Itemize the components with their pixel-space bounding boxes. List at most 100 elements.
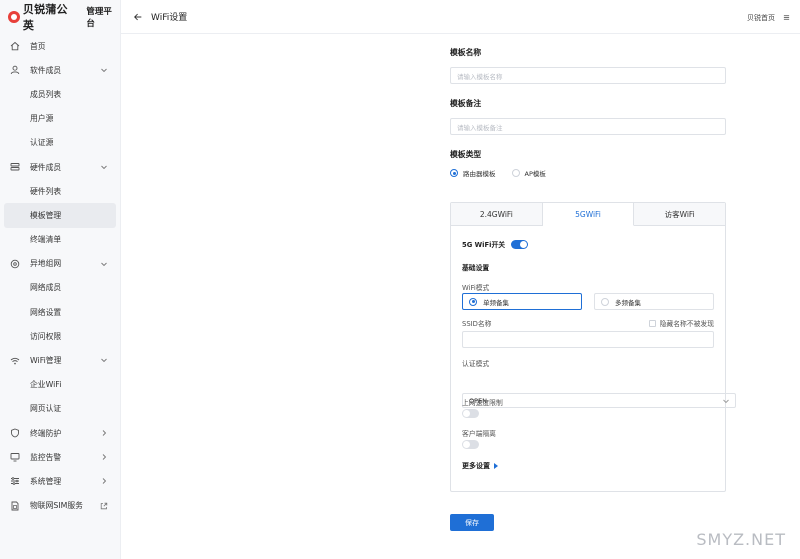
chevron-down-icon <box>101 165 107 170</box>
sidebar-item-label: 硬件成员 <box>30 162 62 172</box>
external-link-icon <box>100 502 108 509</box>
template-type-label: 模板类型 <box>450 150 482 159</box>
radio-ap-template[interactable]: AP模板 <box>511 168 546 178</box>
sidebar-item-monitoring-alerts[interactable]: 监控告警 <box>0 445 120 469</box>
template-name-placeholder: 请输入模板名称 <box>457 72 503 81</box>
sidebar-item-terminal-list[interactable]: 终端清单 <box>0 228 120 252</box>
brand-logo-icon <box>8 11 20 23</box>
uplink-limit-label: 上网速度限制 <box>462 399 503 407</box>
uplink-limit-toggle[interactable] <box>462 409 479 418</box>
caret-right-icon <box>494 463 498 469</box>
radio-checked-icon <box>469 297 477 306</box>
wifi-icon <box>10 356 20 366</box>
top-right-links: 贝锐首页 <box>747 13 790 23</box>
chevron-right-icon <box>102 454 107 461</box>
ssid-row: SSID名称 隐藏名称不被发现 <box>462 318 714 328</box>
tab-24g-wifi[interactable]: 2.4GWiFi <box>451 203 543 225</box>
radio-label: AP模板 <box>524 170 546 178</box>
sidebar-item-label: WiFi管理 <box>30 356 62 366</box>
network-icon <box>10 259 20 269</box>
sidebar-item-software-members[interactable]: 软件成员 <box>0 58 120 82</box>
sliders-icon <box>10 476 20 486</box>
sidebar-item-hardware-list[interactable]: 硬件列表 <box>0 179 120 203</box>
sidebar-item-label: 软件成员 <box>30 65 62 75</box>
sidebar-item-hardware-members[interactable]: 硬件成员 <box>0 155 120 179</box>
checkbox-icon <box>648 319 656 327</box>
sidebar-item-label: 终端防护 <box>30 428 62 438</box>
brand-name: 贝锐蒲公英 <box>22 3 68 32</box>
brand: 贝锐蒲公英 管理平台 <box>0 0 120 34</box>
sidebar-item-terminal-protection[interactable]: 终端防护 <box>0 421 120 445</box>
radio-checked-icon <box>450 169 458 177</box>
stack-icon <box>10 162 20 172</box>
sidebar-item-remote-networking[interactable]: 异地组网 <box>0 252 120 276</box>
sidebar-item-label: 物联网SIM服务 <box>30 501 83 511</box>
sidebar-item-label: 异地组网 <box>30 259 62 269</box>
chevron-down-icon <box>101 359 107 363</box>
radio-router-template[interactable]: 路由器模板 <box>450 168 496 178</box>
sim-icon <box>10 501 20 511</box>
menu-icon[interactable] <box>783 14 790 23</box>
sidebar-item-label: 网络设置 <box>30 307 62 317</box>
template-name-input[interactable]: 请输入模板名称 <box>450 67 726 84</box>
chevron-right-icon <box>102 478 107 485</box>
monitor-icon <box>10 452 20 462</box>
sidebar-item-network-settings[interactable]: 网络设置 <box>0 300 120 324</box>
client-isolation-toggle[interactable] <box>462 440 479 449</box>
sidebar-item-label: 成员列表 <box>30 89 62 99</box>
sidebar-item-iot-sim[interactable]: 物联网SIM服务 <box>0 494 120 518</box>
ssid-input[interactable] <box>462 331 714 348</box>
sidebar-item-label: 模板管理 <box>30 210 62 220</box>
mode-single-band[interactable]: 单频备集 <box>462 293 582 310</box>
more-settings-link[interactable]: 更多设置 <box>462 461 714 471</box>
hide-ssid-label: 隐藏名称不被发现 <box>659 320 714 328</box>
shield-icon <box>10 428 20 438</box>
home-link[interactable]: 贝锐首页 <box>747 13 775 23</box>
watermark-text: SMYZ.NET <box>696 530 786 549</box>
basic-settings-heading: 基础设置 <box>462 264 490 272</box>
wifi5g-toggle[interactable] <box>511 239 529 249</box>
client-isolation-label: 客户端隔离 <box>462 430 496 438</box>
sidebar-item-web-auth[interactable]: 网页认证 <box>0 397 120 421</box>
save-button[interactable]: 保存 <box>450 514 494 531</box>
sidebar-item-enterprise-wifi[interactable]: 企业WiFi <box>0 373 120 397</box>
template-note-input[interactable]: 请输入模板备注 <box>450 118 726 135</box>
mode-multi-band[interactable]: 多频备集 <box>594 293 714 310</box>
sidebar-item-access-permissions[interactable]: 访问权限 <box>0 324 120 348</box>
chevron-down-icon <box>101 262 107 266</box>
sidebar-item-label: 终端清单 <box>30 235 62 245</box>
sidebar-item-label: 系统管理 <box>30 476 62 486</box>
chevron-right-icon <box>102 430 107 436</box>
sidebar: 贝锐蒲公英 管理平台 首页 软件成员 成员列表 用户源 认证源 硬件成员 硬件列… <box>0 0 121 559</box>
template-type-radios: 路由器模板 AP模板 <box>450 168 546 178</box>
sidebar-item-label: 认证源 <box>30 138 54 148</box>
radio-unchecked-icon <box>511 169 520 177</box>
brand-subtitle: 管理平台 <box>86 7 112 29</box>
wifi5g-switch-label: 5G WiFi开关 <box>462 241 506 249</box>
sidebar-item-auth-source[interactable]: 认证源 <box>0 131 120 155</box>
user-icon <box>10 65 20 75</box>
sidebar-item-member-list[interactable]: 成员列表 <box>0 82 120 106</box>
more-settings-label: 更多设置 <box>462 462 490 470</box>
tab-5g-wifi[interactable]: 5GWiFi <box>542 203 635 226</box>
client-isolation-row <box>462 440 714 451</box>
sidebar-item-wifi-management[interactable]: WiFi管理 <box>0 348 120 372</box>
page-title: WiFi设置 <box>151 13 188 23</box>
sidebar-item-label: 网络成员 <box>30 283 62 293</box>
sidebar-item-label: 用户源 <box>30 114 54 124</box>
sidebar-item-home[interactable]: 首页 <box>0 34 120 58</box>
sidebar-item-template-management[interactable]: 模板管理 <box>4 203 116 228</box>
home-icon <box>10 41 20 51</box>
sidebar-item-system-management[interactable]: 系统管理 <box>0 469 120 493</box>
sidebar-item-user-source[interactable]: 用户源 <box>0 107 120 131</box>
sidebar-item-label: 网页认证 <box>30 404 62 414</box>
tab-guest-wifi[interactable]: 访客WiFi <box>634 203 725 225</box>
mode-label: 多频备集 <box>615 298 641 307</box>
sidebar-item-label: 监控告警 <box>30 452 62 462</box>
back-arrow-icon[interactable] <box>131 10 145 24</box>
ssid-label: SSID名称 <box>462 320 492 328</box>
hide-ssid-checkbox[interactable]: 隐藏名称不被发现 <box>648 318 714 328</box>
sidebar-item-label: 硬件列表 <box>30 186 62 196</box>
wifi-mode-label: WiFi模式 <box>462 284 490 292</box>
sidebar-item-network-members[interactable]: 网络成员 <box>0 276 120 300</box>
